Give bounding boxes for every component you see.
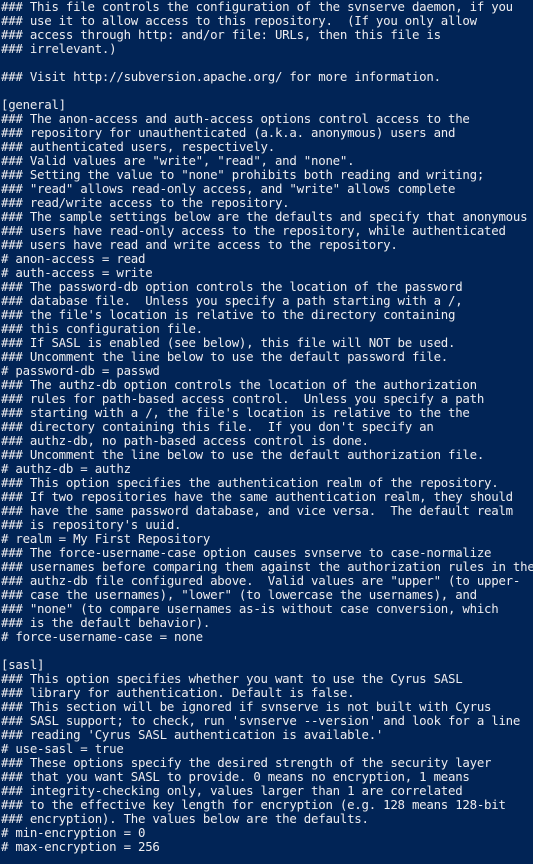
terminal-line: ### repository for unauthenticated (a.k.… [1, 125, 456, 140]
terminal-line: ### reading 'Cyrus SASL authentication i… [1, 727, 384, 742]
terminal-line: # min-encryption = 0 [1, 825, 146, 840]
terminal-line: ### irrelevant.) [1, 41, 117, 56]
terminal-line: ### read/write access to the repository. [1, 195, 290, 210]
terminal-line: ### The sample settings below are the de… [1, 209, 528, 224]
terminal-line: ### users have read and write access to … [1, 237, 398, 252]
terminal-line: ### Valid values are "write", "read", an… [1, 153, 355, 168]
terminal-line: ### case the usernames), "lower" (to low… [1, 587, 477, 602]
terminal-line: ### authenticated users, respectively. [1, 139, 275, 154]
terminal-line: ### Setting the value to "none" prohibit… [1, 167, 485, 182]
terminal-line: [sasl] [1, 657, 45, 672]
terminal-line: ### use it to allow access to this repos… [1, 13, 477, 28]
terminal-line: ### users have read-only access to the r… [1, 223, 506, 238]
terminal-line: ### database file. Unless you specify a … [1, 293, 463, 308]
terminal-line: ### This option specifies the authentica… [1, 475, 499, 490]
terminal-line: # anon-access = read [1, 251, 146, 266]
terminal-line: # password-db = passwd [1, 363, 160, 378]
terminal-line: ### integrity-checking only, values larg… [1, 783, 463, 798]
terminal-line: # realm = My First Repository [1, 531, 211, 546]
terminal-line: # auth-access = write [1, 265, 153, 280]
terminal-line: # use-sasl = true [1, 741, 124, 756]
terminal-line: ### access through http: and/or file: UR… [1, 27, 441, 42]
terminal-line: ### encryption). The values below are th… [1, 811, 369, 826]
terminal-line: ### the file's location is relative to t… [1, 307, 456, 322]
terminal-line: ### "read" allows read-only access, and … [1, 181, 456, 196]
terminal-line: ### The force-username-case option cause… [1, 545, 492, 560]
terminal-line: ### that you want SASL to provide. 0 mea… [1, 769, 470, 784]
terminal-line: ### directory containing this file. If y… [1, 419, 434, 434]
terminal-line: ### This section will be ignored if svns… [1, 699, 492, 714]
terminal-line: ### this configuration file. [1, 321, 203, 336]
terminal-line: ### This option specifies whether you wa… [1, 671, 463, 686]
terminal-line: ### The authz-db option controls the loc… [1, 377, 477, 392]
terminal-line: ### have the same password database, and… [1, 503, 513, 518]
terminal-line: ### The password-db option controls the … [1, 279, 463, 294]
terminal-line: ### library for authentication. Default … [1, 685, 355, 700]
terminal-line: ### This file controls the configuration… [1, 0, 513, 14]
terminal-line: ### Visit http://subversion.apache.org/ … [1, 69, 441, 84]
terminal-line: ### authz-db file configured above. Vali… [1, 573, 521, 588]
terminal-line: ### is the default behavior). [1, 615, 211, 630]
terminal-line: # max-encryption = 256 [1, 839, 160, 854]
terminal-line: ### "none" (to compare usernames as-is w… [1, 601, 499, 616]
terminal-line: ### Uncomment the line below to use the … [1, 349, 449, 364]
terminal-line: [general] [1, 97, 66, 112]
terminal-line: ### SASL support; to check, run 'svnserv… [1, 713, 521, 728]
terminal-line: ### Uncomment the line below to use the … [1, 447, 485, 462]
terminal-line: ### to the effective key length for encr… [1, 797, 506, 812]
terminal-line: ### These options specify the desired st… [1, 755, 492, 770]
terminal-line: # force-username-case = none [1, 629, 203, 644]
terminal-line: # authz-db = authz [1, 461, 131, 476]
terminal-line: ### authz-db, no path-based access contr… [1, 433, 369, 448]
terminal-line: ### usernames before comparing them agai… [1, 559, 533, 574]
terminal-line: ### is repository's uuid. [1, 517, 182, 532]
terminal-line: ### If SASL is enabled (see below), this… [1, 335, 456, 350]
terminal-line: ### If two repositories have the same au… [1, 489, 513, 504]
terminal-line: ### The anon-access and auth-access opti… [1, 111, 470, 126]
terminal-line: ### starting with a /, the file's locati… [1, 405, 470, 420]
terminal-window[interactable]: ### This file controls the configuration… [0, 0, 533, 864]
terminal-line: ### rules for path-based access control.… [1, 391, 485, 406]
